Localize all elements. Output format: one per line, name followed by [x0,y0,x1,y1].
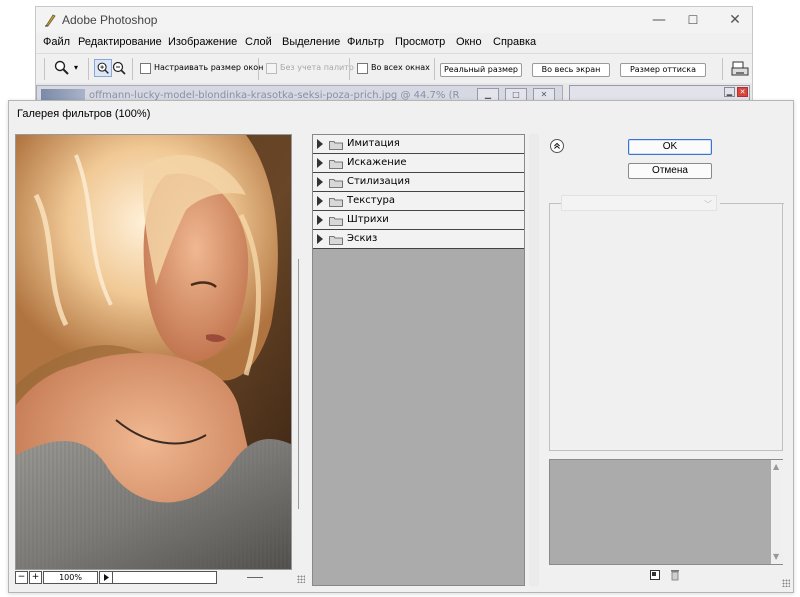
filter-folder-label: Стилизация [347,176,410,187]
minimize-button[interactable]: — [642,9,676,31]
expand-triangle-icon[interactable] [317,215,323,225]
filter-folder[interactable]: Искажение [313,154,524,173]
collapse-chevron-icon[interactable] [550,139,564,153]
toolbar-separator [258,58,259,80]
photoshop-window: Adobe Photoshop — ☐ ✕ Файл Редактировани… [35,6,753,106]
chevron-down-icon: ﹀ [704,200,712,209]
zoom-value[interactable]: 100% [43,571,98,584]
app-title: Adobe Photoshop [62,13,158,27]
ok-button[interactable]: OK [628,139,712,155]
folder-icon [329,179,343,188]
zoom-tool-icon[interactable] [53,59,71,77]
filter-folder-label: Текстура [347,195,396,206]
filter-folder[interactable]: Стилизация [313,173,524,192]
zoom-dropdown-button[interactable] [99,571,113,584]
filter-folder-label: Эскиз [347,233,378,244]
zoom-out-icon[interactable] [110,59,128,77]
expand-triangle-icon[interactable] [317,234,323,244]
panel-close-button[interactable]: ✕ [737,87,748,97]
options-bar: ▾ Настраивать размер окон Без учета пали… [36,53,752,83]
dialog-resize-grip-icon[interactable] [782,579,790,587]
title-bar: Adobe Photoshop — ☐ ✕ [36,7,752,33]
zoom-in-button[interactable]: + [29,571,42,584]
menu-window[interactable]: Окно [456,36,482,48]
preview-scroll-indicator [298,259,299,509]
menu-layer[interactable]: Слой [245,36,272,48]
all-windows-label: Во всех окнах [371,63,430,72]
zoom-status-field [113,571,217,584]
toolbar-separator [44,58,45,80]
filter-list-scrollbar[interactable] [529,134,539,586]
photoshop-feather-icon [45,14,56,27]
resize-windows-label: Настраивать размер окон [154,63,264,72]
filter-list: Имитация Искажение Стилизация Текстура Ш… [312,134,525,586]
filter-folder[interactable]: Имитация [313,135,524,154]
maximize-button[interactable]: ☐ [676,9,710,31]
group-border [720,203,784,204]
tool-preset-chevron-icon[interactable]: ▾ [74,63,78,72]
expand-triangle-icon[interactable] [317,196,323,206]
expand-triangle-icon[interactable] [317,177,323,187]
resize-grip-icon[interactable] [297,575,305,583]
toolbar-separator [132,58,133,80]
filter-settings-group [549,203,784,451]
filter-folder-label: Искажение [347,157,407,168]
filter-folder[interactable]: Текстура [313,192,524,211]
preview-divider [247,577,263,578]
toolbar-separator [349,58,350,80]
menu-view[interactable]: Просмотр [395,36,445,48]
folder-icon [329,141,343,150]
folder-icon [329,236,343,245]
preview-area: − + 100% [15,134,305,586]
zoom-out-button[interactable]: − [15,571,28,584]
scroll-down-icon[interactable]: ▼ [773,552,779,561]
ignore-palettes-checkbox[interactable] [266,63,277,74]
panel-minimize-button[interactable]: ▁ [724,87,735,97]
filter-folder-label: Штрихи [347,214,389,225]
expand-triangle-icon[interactable] [317,139,323,149]
filter-gallery-dialog: Галерея фильтров (100%) − + 100% Имитаци… [8,100,794,593]
preview-image[interactable] [15,134,292,570]
cancel-button[interactable]: Отмена [628,163,712,179]
toolbar-separator [434,58,435,80]
fit-screen-button[interactable]: Во весь экран [532,63,610,77]
print-size-button[interactable]: Размер оттиска [620,63,706,77]
trash-icon[interactable] [670,569,680,581]
play-right-icon [104,574,109,581]
filter-folder[interactable]: Штрихи [313,211,524,230]
resize-windows-checkbox[interactable] [140,63,151,74]
expand-triangle-icon[interactable] [317,158,323,168]
folder-icon [329,217,343,226]
zoom-bar: − + 100% [15,571,305,585]
filter-select-dropdown[interactable]: ﹀ [561,195,717,211]
menu-filter[interactable]: Фильтр [347,36,384,48]
menu-edit[interactable]: Редактирование [78,36,162,48]
filter-folder[interactable]: Эскиз [313,230,524,249]
ignore-palettes-label: Без учета палитр [280,63,354,72]
scroll-up-icon[interactable]: ▲ [773,462,779,471]
menu-bar: Файл Редактирование Изображение Слой Выд… [36,33,752,53]
preview-photo [16,135,291,569]
folder-icon [329,198,343,207]
effect-layers-scrollbar[interactable]: ▲ ▼ [771,460,783,564]
actual-pixels-button[interactable]: Реальный размер [440,63,522,77]
folder-icon [329,160,343,169]
close-button[interactable]: ✕ [718,9,752,31]
palette-well-icon[interactable] [730,60,750,78]
menu-select[interactable]: Выделение [282,36,340,48]
all-windows-checkbox[interactable] [357,63,368,74]
filter-folder-label: Имитация [347,138,400,149]
toolbar-separator [722,58,723,80]
menu-help[interactable]: Справка [493,36,536,48]
new-effect-layer-icon[interactable] [650,570,660,580]
dialog-title: Галерея фильтров (100%) [17,108,151,120]
menu-file[interactable]: Файл [43,36,70,48]
effect-layers-panel: ▲ ▼ [549,459,783,565]
toolbar-separator [88,58,89,80]
menu-image[interactable]: Изображение [168,36,237,48]
